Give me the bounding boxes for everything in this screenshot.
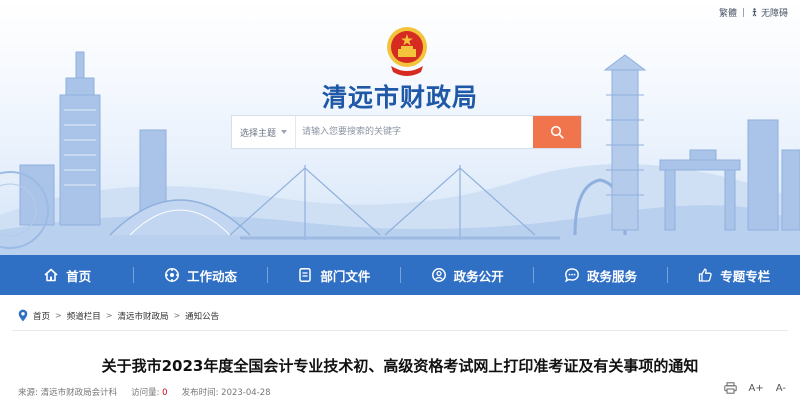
breadcrumb: 首页 > 频道栏目 > 清远市财政局 > 通知公告	[18, 309, 219, 322]
article-date: 发布时间: 2023-04-28	[182, 386, 271, 398]
home-icon	[42, 266, 60, 284]
page: 繁體 无障碍 清远市财政局 选择主题 请输入您要搜索的关键字 首页 工作动态 部…	[0, 0, 800, 409]
nav-item-label: 部门文件	[320, 268, 371, 284]
search-scope-select[interactable]: 选择主题	[232, 116, 296, 148]
chevron-right-icon: >	[105, 311, 113, 320]
top-links: 繁體 无障碍	[719, 6, 788, 19]
divider	[742, 8, 744, 17]
source-value: 清远市财政局会计科	[40, 388, 118, 398]
article-views: 访问量: 0	[131, 386, 168, 398]
document-icon	[296, 266, 314, 284]
nav-item-special-topics[interactable]: 专题专栏	[666, 255, 800, 295]
search-scope-label: 选择主题	[239, 128, 276, 139]
nav-item-label: 首页	[66, 268, 92, 284]
source-label: 来源:	[18, 388, 38, 398]
article-source: 来源: 清远市财政局会计科	[18, 386, 117, 398]
search-icon	[550, 125, 564, 139]
work-icon	[163, 266, 181, 284]
date-label: 发布时间:	[181, 388, 219, 398]
nav-item-home[interactable]: 首页	[0, 255, 133, 295]
chevron-down-icon	[281, 130, 287, 134]
date-value: 2023-04-28	[221, 388, 271, 398]
main-nav: 首页 工作动态 部门文件 政务公开 政务服务 专题专栏	[0, 255, 800, 295]
nav-item-label: 政务服务	[586, 268, 637, 284]
accessibility-icon	[752, 8, 757, 17]
views-count: 0	[162, 388, 168, 398]
nav-item-government-affairs[interactable]: 政务公开	[399, 255, 533, 295]
search-input[interactable]	[296, 116, 533, 148]
site-title: 清远市财政局	[321, 83, 478, 112]
font-decrease-button[interactable]: A-	[776, 383, 786, 394]
nav-item-services[interactable]: 政务服务	[533, 255, 666, 295]
chevron-right-icon: >	[55, 311, 62, 320]
article-tools: A+ A-	[723, 382, 786, 394]
print-icon	[723, 382, 737, 394]
breadcrumb-channel[interactable]: 频道栏目	[67, 310, 101, 322]
people-icon	[430, 266, 448, 284]
print-button[interactable]	[723, 382, 737, 394]
views-label: 访问量:	[131, 388, 160, 398]
accessibility-label: 无障碍	[760, 9, 788, 19]
location-pin-icon	[18, 309, 28, 322]
nav-item-documents[interactable]: 部门文件	[266, 255, 400, 295]
search-bar: 选择主题	[231, 115, 582, 149]
nav-item-label: 工作动态	[186, 268, 237, 284]
font-increase-button[interactable]: A+	[749, 383, 764, 394]
divider	[12, 330, 788, 331]
header-banner: 繁體 无障碍 清远市财政局 选择主题	[0, 0, 800, 255]
accessibility-link[interactable]: 无障碍	[750, 6, 788, 19]
national-emblem-icon	[387, 27, 427, 76]
nav-item-work-news[interactable]: 工作动态	[133, 255, 266, 295]
search-button[interactable]	[533, 116, 581, 148]
article-meta: 来源: 清远市财政局会计科 访问量: 0 发布时间: 2023-04-28	[18, 386, 271, 398]
breadcrumb-home[interactable]: 首页	[33, 310, 50, 322]
breadcrumb-bureau[interactable]: 清远市财政局	[117, 310, 168, 322]
nav-item-label: 专题专栏	[720, 268, 771, 284]
breadcrumb-notices[interactable]: 通知公告	[185, 310, 219, 322]
thumb-up-icon	[696, 266, 714, 284]
chevron-right-icon: >	[173, 311, 181, 320]
chat-icon	[563, 266, 581, 284]
nav-item-label: 政务公开	[453, 268, 504, 284]
traditional-chinese-link[interactable]: 繁體	[719, 6, 737, 19]
article-title: 关于我市2023年度全国会计专业技术初、高级资格考试网上打印准考证及有关事项的通…	[101, 357, 699, 375]
